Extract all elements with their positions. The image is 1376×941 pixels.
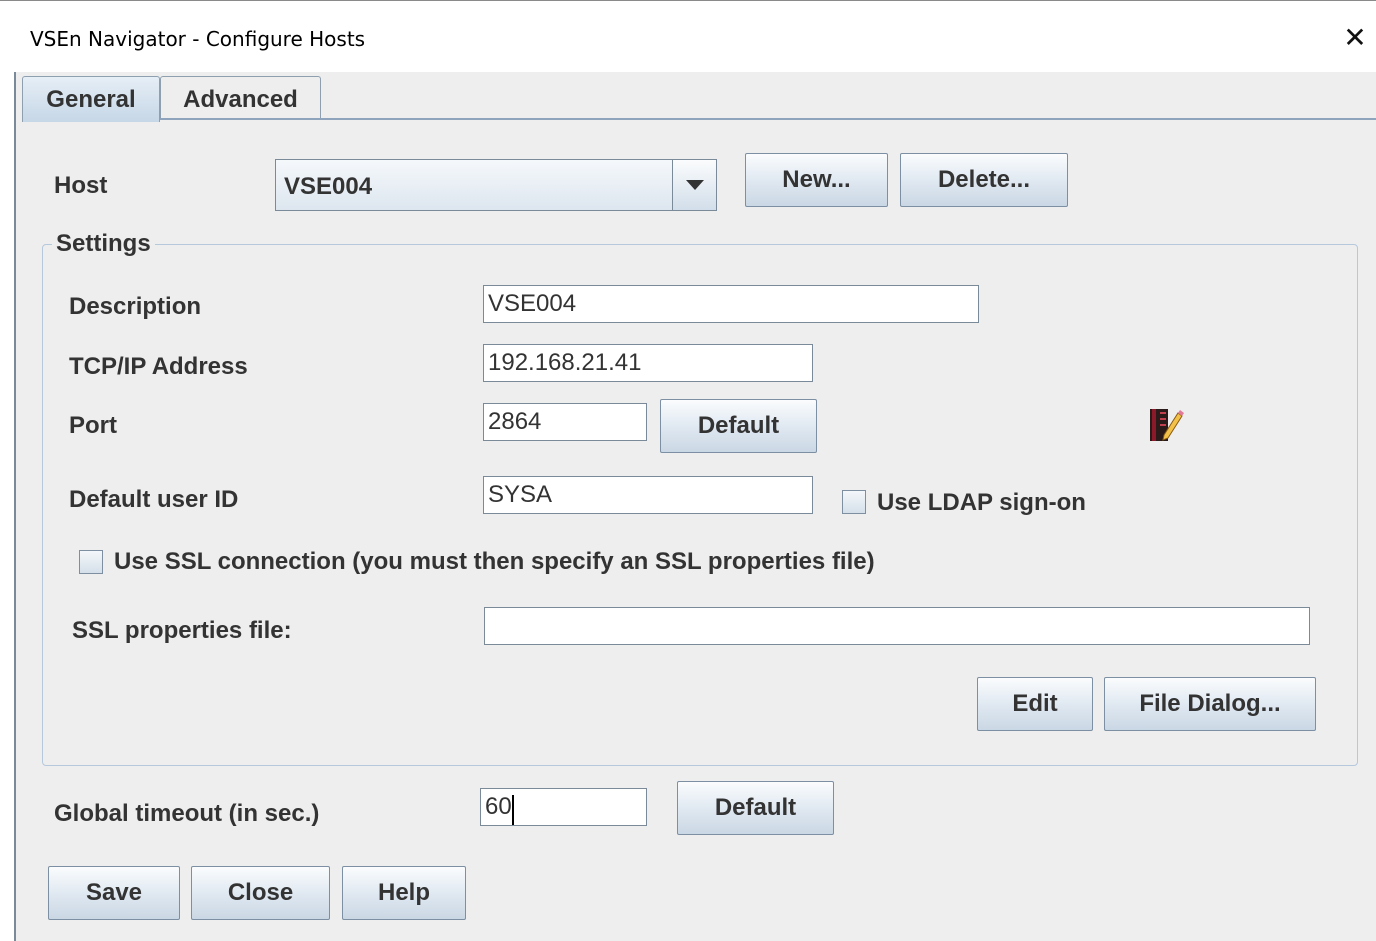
- ldap-checkbox[interactable]: [842, 490, 866, 514]
- port-default-button[interactable]: Default: [660, 399, 817, 453]
- timeout-label: Global timeout (in sec.): [54, 800, 320, 827]
- userid-field[interactable]: [483, 476, 813, 514]
- host-dropdown[interactable]: VSE004: [275, 159, 717, 211]
- tab-advanced[interactable]: Advanced: [160, 76, 321, 120]
- ssl-checkbox[interactable]: [79, 550, 103, 574]
- tcpip-field[interactable]: [483, 344, 813, 382]
- tab-general[interactable]: General: [22, 76, 160, 122]
- triangle-down-icon[interactable]: [672, 160, 716, 210]
- edit-button[interactable]: Edit: [977, 677, 1093, 731]
- port-field[interactable]: [483, 403, 647, 441]
- new-host-button[interactable]: New...: [745, 153, 888, 207]
- close-button[interactable]: Close: [191, 866, 330, 920]
- save-button[interactable]: Save: [48, 866, 180, 920]
- timeout-default-button[interactable]: Default: [677, 781, 834, 835]
- window-title: VSEn Navigator - Configure Hosts: [30, 27, 366, 51]
- ldap-label: Use LDAP sign-on: [877, 489, 1086, 516]
- userid-label: Default user ID: [69, 486, 239, 513]
- host-label: Host: [54, 172, 108, 199]
- tcpip-label: TCP/IP Address: [69, 353, 248, 380]
- sslfile-field[interactable]: [484, 607, 1310, 645]
- sslfile-label: SSL properties file:: [72, 617, 292, 644]
- tab-divider: [160, 118, 1376, 120]
- title-bar: VSEn Navigator - Configure Hosts ✕: [0, 0, 1376, 72]
- close-icon[interactable]: ✕: [1340, 23, 1370, 53]
- port-label: Port: [69, 412, 117, 439]
- ssl-label: Use SSL connection (you must then specif…: [114, 548, 875, 575]
- text-cursor: [512, 795, 514, 825]
- notebook-pencil-icon[interactable]: [1148, 405, 1184, 445]
- settings-legend: Settings: [52, 230, 155, 258]
- help-button[interactable]: Help: [342, 866, 466, 920]
- host-selected-value: VSE004: [284, 173, 373, 200]
- file-dialog-button[interactable]: File Dialog...: [1104, 677, 1316, 731]
- description-label: Description: [69, 293, 202, 320]
- description-field[interactable]: [483, 285, 979, 323]
- delete-host-button[interactable]: Delete...: [900, 153, 1068, 207]
- timeout-field[interactable]: [480, 788, 647, 826]
